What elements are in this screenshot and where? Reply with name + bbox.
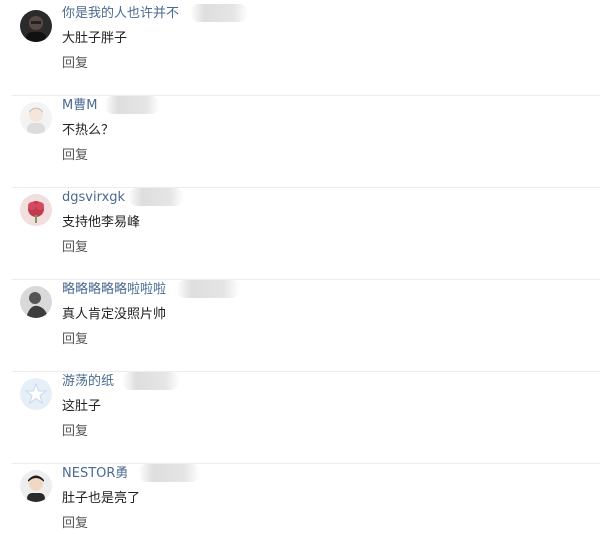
comment-item: dgsvirxgk 支持他李易峰 回复 [0, 188, 600, 280]
comment-item: 略略略略略啦啦啦 真人肯定没照片帅 回复 [0, 280, 600, 372]
dark-portrait-avatar[interactable] [20, 10, 52, 42]
comment-item: 你是我的人也许并不 大肚子胖子 回复 [0, 4, 600, 96]
comment-item: 游荡的纸 这肚子 回复 [0, 372, 600, 464]
comment-username[interactable]: dgsvirxgk [62, 188, 125, 208]
comment-text: 支持他李易峰 [62, 215, 141, 230]
reply-button[interactable]: 回复 [62, 422, 88, 442]
comment-item: M曹M 不热么？ 回复 [0, 96, 600, 188]
reply-button[interactable]: 回复 [62, 54, 88, 74]
comment-list: 你是我的人也许并不 大肚子胖子 回复 M曹M 不热么？ 回复 dgsvirxgk… [0, 0, 600, 534]
comment-text: 这肚子 [62, 399, 102, 414]
redacted-username-blur [104, 96, 160, 114]
redacted-username-blur [176, 280, 240, 298]
comment-text: 不热么？ [62, 123, 115, 138]
comment-username[interactable]: M曹M [62, 96, 97, 116]
pink-flower-avatar[interactable] [20, 194, 52, 226]
young-man-avatar[interactable] [20, 470, 52, 502]
comment-text: 真人肯定没照片帅 [62, 307, 167, 322]
comment-item: NESTOR勇 肚子也是亮了 回复 [0, 464, 600, 534]
comment-text: 肚子也是亮了 [62, 491, 141, 506]
comment-username[interactable]: 略略略略略啦啦啦 [62, 280, 166, 300]
comment-text: 大肚子胖子 [62, 31, 128, 46]
reply-button[interactable]: 回复 [62, 330, 88, 350]
redacted-username-blur [138, 464, 200, 482]
cartoon-boy-avatar[interactable] [20, 102, 52, 134]
redacted-username-blur [122, 372, 180, 390]
star-default-avatar[interactable] [20, 378, 52, 410]
reply-button[interactable]: 回复 [62, 238, 88, 258]
comment-username[interactable]: 游荡的纸 [62, 372, 114, 392]
reply-button[interactable]: 回复 [62, 146, 88, 166]
gray-figure-avatar[interactable] [20, 286, 52, 318]
comment-username[interactable]: 你是我的人也许并不 [62, 4, 179, 24]
redacted-username-blur [190, 4, 248, 22]
reply-button[interactable]: 回复 [62, 514, 88, 534]
comment-username[interactable]: NESTOR勇 [62, 464, 128, 484]
redacted-username-blur [128, 188, 184, 206]
